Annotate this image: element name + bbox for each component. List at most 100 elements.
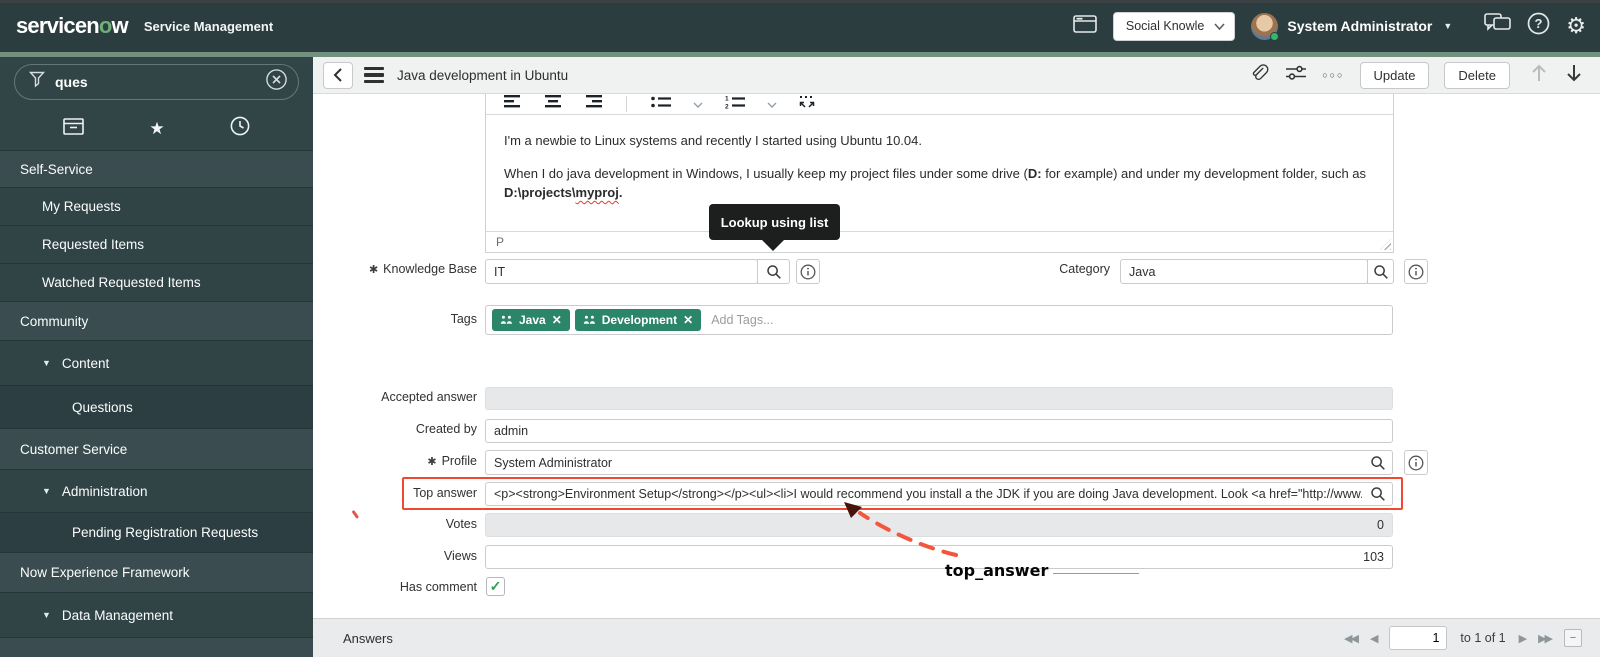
user-name: System Administrator [1287, 18, 1432, 34]
logo-o: o [99, 13, 112, 38]
settings-gear-icon[interactable]: ⚙ [1566, 15, 1586, 37]
annotation-leader-line [1053, 573, 1139, 574]
knowledge-base-input[interactable] [485, 259, 758, 284]
question-paragraph: I'm a newbie to Linux systems and recent… [504, 131, 1377, 150]
category-lookup-button[interactable] [1367, 259, 1394, 284]
tags-label: Tags [330, 312, 477, 326]
views-label: Views [330, 549, 477, 563]
all-applications-tab-icon[interactable] [63, 118, 84, 140]
sidebar-section-community[interactable]: Community [0, 302, 313, 341]
page-range-text: to 1 of 1 [1460, 631, 1505, 645]
nav-label: My Requests [42, 199, 121, 214]
tooltip-pointer [761, 239, 785, 251]
answers-title: Answers [343, 631, 393, 646]
nav-label: Data Management [62, 608, 173, 623]
editor-resize-handle[interactable] [1380, 239, 1391, 250]
expanded-triangle-icon: ▼ [42, 486, 51, 496]
update-button[interactable]: Update [1360, 62, 1430, 89]
collapse-list-icon[interactable]: − [1564, 629, 1582, 647]
navigator-tabs: ★ [0, 107, 313, 151]
help-icon[interactable]: ? [1527, 12, 1550, 40]
application-picker[interactable]: Social Knowle [1113, 12, 1236, 41]
split-layout-icon[interactable] [1073, 15, 1097, 38]
servicenow-logo[interactable]: servicenow [16, 13, 128, 39]
category-info-button[interactable] [1404, 259, 1428, 284]
views-input[interactable] [485, 545, 1393, 569]
delete-button[interactable]: Delete [1444, 62, 1510, 89]
personalize-form-sliders-icon[interactable] [1285, 64, 1307, 87]
nav-label: Content [62, 356, 109, 371]
required-asterisk-icon: ✱ [369, 263, 378, 276]
info-icon [1408, 455, 1424, 471]
sidebar-item-data-management[interactable]: ▼Data Management [0, 593, 313, 638]
align-center-icon[interactable] [544, 94, 562, 114]
align-right-icon[interactable] [584, 94, 602, 114]
sidebar-item-pending-registration-requests[interactable]: Pending Registration Requests [0, 513, 313, 553]
online-status-dot [1270, 32, 1279, 41]
logo-text-end: w [112, 13, 128, 38]
top-answer-input[interactable] [485, 482, 1393, 506]
previous-record-arrow-icon[interactable] [1529, 62, 1549, 89]
sidebar-item-watched-requested-items[interactable]: Watched Requested Items [0, 264, 313, 302]
fullscreen-resize-icon[interactable] [799, 95, 815, 114]
favorites-tab-icon[interactable]: ★ [149, 119, 164, 139]
sidebar-item-questions[interactable]: Questions [0, 386, 313, 429]
category-input[interactable] [1120, 259, 1368, 284]
sidebar-section-customer-service[interactable]: Customer Service [0, 429, 313, 470]
more-options-icon[interactable]: ○○○ [1322, 70, 1344, 80]
shared-tag-icon [500, 315, 513, 325]
sidebar-item-administration[interactable]: ▼Administration [0, 470, 313, 513]
search-icon [766, 264, 782, 280]
created-by-label: Created by [330, 422, 477, 436]
sidebar-item-my-requests[interactable]: My Requests [0, 188, 313, 226]
question-paragraph-bold-path: D:\projects\myproj. [504, 183, 1377, 202]
connect-chat-icon[interactable] [1484, 13, 1511, 39]
tag-pill-java[interactable]: Java ✕ [492, 309, 570, 331]
search-icon [1373, 264, 1389, 280]
tags-field[interactable]: Java ✕ Development ✕ [485, 305, 1393, 335]
attachment-paperclip-icon[interactable] [1248, 62, 1270, 89]
has-comment-checkbox[interactable]: ✓ [486, 577, 505, 596]
add-tags-input[interactable] [711, 313, 1386, 327]
sidebar-section-now-experience-framework[interactable]: Now Experience Framework [0, 553, 313, 593]
clear-filter-icon[interactable] [265, 68, 288, 96]
profile-info-button[interactable] [1404, 450, 1428, 475]
tag-pill-development[interactable]: Development ✕ [575, 309, 701, 331]
last-page-icon[interactable]: ▶▶ [1538, 632, 1551, 645]
page-number-input[interactable] [1389, 626, 1447, 650]
application-picker-value: Social Knowle [1126, 19, 1205, 33]
sidebar-section-self-service[interactable]: Self-Service [0, 151, 313, 188]
next-record-arrow-icon[interactable] [1564, 62, 1584, 89]
bullet-list-icon[interactable] [651, 95, 671, 114]
history-tab-icon[interactable] [230, 116, 250, 141]
profile-input[interactable] [485, 450, 1393, 475]
form-context-menu-icon[interactable] [364, 67, 384, 83]
sidebar-item-content[interactable]: ▼Content [0, 341, 313, 386]
numbered-list-icon[interactable]: 12 [725, 95, 745, 114]
knowledge-base-lookup-button[interactable] [757, 259, 790, 284]
knowledge-base-info-button[interactable] [796, 259, 820, 284]
remove-tag-icon[interactable]: ✕ [552, 313, 562, 327]
navigator-filter[interactable] [14, 64, 299, 100]
first-page-icon[interactable]: ◀◀ [1344, 632, 1357, 645]
nav-label: Questions [72, 400, 133, 415]
next-page-icon[interactable]: ▶ [1519, 632, 1525, 645]
remove-tag-icon[interactable]: ✕ [683, 313, 693, 327]
previous-page-icon[interactable]: ◀ [1370, 632, 1376, 645]
nav-filler [0, 638, 313, 657]
category-label: Category [963, 262, 1110, 276]
user-menu[interactable]: System Administrator ▼ [1251, 13, 1452, 40]
required-asterisk-icon: ✱ [427, 455, 436, 468]
sidebar-item-requested-items[interactable]: Requested Items [0, 226, 313, 264]
nav-label: Now Experience Framework [20, 565, 190, 580]
answers-pagination: ◀◀ ◀ to 1 of 1 ▶ ▶▶ − [1344, 626, 1582, 650]
numbered-list-chevron-icon[interactable] [767, 95, 777, 113]
profile-label: ✱ Profile [330, 454, 477, 468]
editor-body[interactable]: I'm a newbie to Linux systems and recent… [486, 115, 1393, 202]
answers-related-list-header: Answers ◀◀ ◀ to 1 of 1 ▶ ▶▶ − [313, 618, 1600, 657]
back-button[interactable] [323, 62, 353, 89]
bullet-list-chevron-icon[interactable] [693, 95, 703, 113]
navigator-filter-input[interactable] [55, 74, 265, 90]
align-left-icon[interactable] [504, 94, 522, 114]
created-by-input[interactable] [485, 419, 1393, 443]
